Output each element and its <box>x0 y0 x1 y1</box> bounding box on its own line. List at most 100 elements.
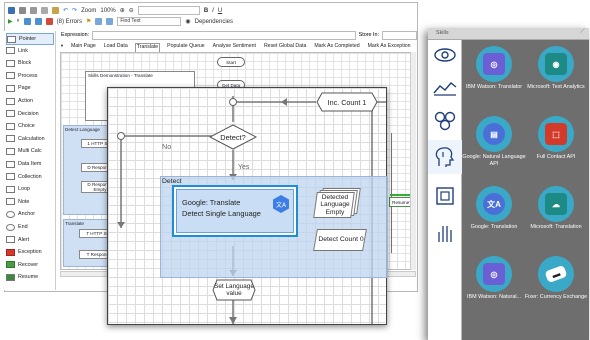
no-anchor[interactable] <box>117 132 125 140</box>
skill-card-ibm-natural[interactable]: ◎ IBM Watson: Natural... <box>466 256 522 320</box>
step-over-icon[interactable] <box>34 18 42 25</box>
palette-item-loop[interactable]: Loop <box>6 184 30 194</box>
tab-mark-as-exception[interactable]: Mark As Exception <box>367 43 412 52</box>
palette-item-decision[interactable]: Decision <box>6 109 39 119</box>
vertical-scrollbar[interactable] <box>410 52 416 270</box>
palette-item-collection[interactable]: Collection <box>6 172 42 182</box>
errors-button[interactable]: (8) Errors <box>57 19 82 25</box>
underline-button[interactable]: U <box>218 8 222 14</box>
tab-analyse-sentiment[interactable]: Analyse Sentiment <box>212 43 257 52</box>
eye-icon[interactable] <box>434 48 456 62</box>
dependencies-button[interactable]: Dependencies <box>195 19 233 25</box>
zoom-in-icon[interactable]: ⊕ <box>120 7 125 14</box>
idea-head-icon[interactable] <box>433 146 457 168</box>
tab-reset-global-data[interactable]: Reset Global Data <box>263 43 307 52</box>
flag-icon[interactable]: ⚑ <box>86 18 91 25</box>
skill-card-google-translation[interactable]: 文A Google: Translation <box>466 186 522 250</box>
palette-item-pointer[interactable]: Pointer <box>6 33 54 45</box>
bold-button[interactable]: B <box>204 8 208 14</box>
zoom-out-icon[interactable]: ⊖ <box>129 7 134 14</box>
combo-box[interactable] <box>137 6 200 15</box>
skill-card-label: Microsoft: Text Analytics <box>527 84 585 90</box>
expression-bar: Expression: Store In: <box>61 30 417 40</box>
svg-text:文A: 文A <box>276 201 287 209</box>
detect-decision-label: Detect? <box>220 132 246 142</box>
skill-card-currency[interactable]: ▬ Fixer: Currency Exchange <box>525 256 587 320</box>
detected-language-collection[interactable]: Detected Language Empty <box>313 188 361 218</box>
recover-icon <box>6 261 15 269</box>
watch-icon[interactable] <box>95 18 103 25</box>
binoculars-icon[interactable]: ◉ <box>185 18 190 25</box>
store-in-input[interactable] <box>382 30 417 40</box>
expression-input[interactable] <box>92 30 356 40</box>
print-icon[interactable] <box>19 7 26 14</box>
set-language-stage[interactable]: Set Language value <box>212 279 256 301</box>
grid-icon[interactable] <box>106 18 114 25</box>
tab-load-data[interactable]: Load Data <box>103 43 129 52</box>
inc-count-stage[interactable]: Inc. Count 1 <box>316 92 378 112</box>
palette-item-note[interactable]: Note <box>6 197 29 207</box>
undo-icon[interactable]: ↶ <box>63 7 68 14</box>
italic-button[interactable]: I <box>212 8 214 14</box>
palette-label: Link <box>18 47 28 54</box>
start-stage[interactable]: Start <box>217 57 245 67</box>
cut-icon[interactable] <box>30 7 37 14</box>
skill-card-label: Microsoft: Translation <box>530 224 582 230</box>
skill-card-google-nl[interactable]: ▤ Google: Natural Language API <box>462 116 526 180</box>
skills-block-label: Skills Demonstration - Translate <box>88 73 153 78</box>
palette-label: Multi Calc <box>18 148 42 155</box>
tab-translate[interactable]: Translate <box>134 43 161 52</box>
skill-card-fullcontact[interactable]: ⬚ Full Contact API <box>528 116 584 180</box>
tab-mark-as-completed[interactable]: Mark As Completed <box>313 43 360 52</box>
skill-card-ibm-translator[interactable]: ◎ IBM Watson: Translator <box>466 46 522 110</box>
palette-item-action[interactable]: Action <box>6 96 33 106</box>
pointer-icon <box>7 35 16 43</box>
document-icon[interactable] <box>435 186 455 206</box>
palette-item-anchor[interactable]: Anchor <box>6 209 35 219</box>
run-icon[interactable]: ▶ <box>8 18 13 25</box>
junction-anchor[interactable] <box>229 98 237 106</box>
google-translate-action[interactable]: Google: Translate Detect Single Language… <box>172 185 298 237</box>
tab-dropdown-icon[interactable]: ▼ <box>60 43 64 52</box>
palette-item-process[interactable]: Process <box>6 71 37 81</box>
detect-count-label: Detect Count 0 <box>318 236 364 243</box>
end-icon <box>6 223 15 231</box>
palette-label: Page <box>18 85 31 92</box>
skill-card-ms-translation[interactable]: ☁ Microsoft: Translation <box>528 186 584 250</box>
tab-populate-queue[interactable]: Populate Queue <box>166 43 206 52</box>
category-rail <box>428 40 462 340</box>
redo-icon[interactable]: ↷ <box>72 7 77 14</box>
step-icon[interactable] <box>23 18 31 25</box>
palette-item-data-item[interactable]: Data Item <box>6 159 41 169</box>
palette-item-link[interactable]: Link <box>6 46 28 56</box>
people-icon[interactable] <box>433 110 457 132</box>
copy-icon[interactable] <box>41 7 48 14</box>
no-label: No <box>162 142 172 151</box>
palette-item-calculation[interactable]: Calculation <box>6 134 45 144</box>
palette-item-resume[interactable]: Resume <box>6 272 38 282</box>
hand-icon[interactable] <box>434 222 456 244</box>
palette-item-page[interactable]: Page <box>6 83 31 93</box>
save-icon[interactable] <box>8 7 15 14</box>
paste-icon[interactable] <box>52 7 59 14</box>
palette-label: Decision <box>18 110 39 117</box>
skill-card-text-analytics[interactable]: ◉ Microsoft: Text Analytics <box>527 46 585 110</box>
block-icon <box>6 59 15 67</box>
tab-main-page[interactable]: Main Page <box>70 43 97 52</box>
palette-item-multi-calc[interactable]: Multi Calc <box>6 146 42 156</box>
palette-item-recover[interactable]: Recover <box>6 260 38 270</box>
palette-item-choice[interactable]: Choice <box>6 121 35 131</box>
pause-icon[interactable]: ⏸ <box>17 18 20 25</box>
fullcontact-icon: ⬚ <box>545 123 567 145</box>
chart-line-icon[interactable] <box>433 80 457 96</box>
pin-icon[interactable]: ⟋ <box>580 28 585 36</box>
zoom-select[interactable]: 100% <box>100 8 115 14</box>
palette-item-alert[interactable]: Alert <box>6 235 29 245</box>
palette-item-exception[interactable]: Exception <box>6 247 42 257</box>
palette-item-end[interactable]: End <box>6 222 28 232</box>
palette-item-block[interactable]: Block <box>6 58 31 68</box>
skills-header-label: Skills <box>436 30 449 36</box>
detect-decision[interactable]: Detect? <box>209 124 257 150</box>
zoomed-diagram[interactable]: Inc. Count 1 Detect? No Yes Detect Googl… <box>107 87 388 325</box>
find-text-input[interactable]: Find Text <box>117 17 182 26</box>
